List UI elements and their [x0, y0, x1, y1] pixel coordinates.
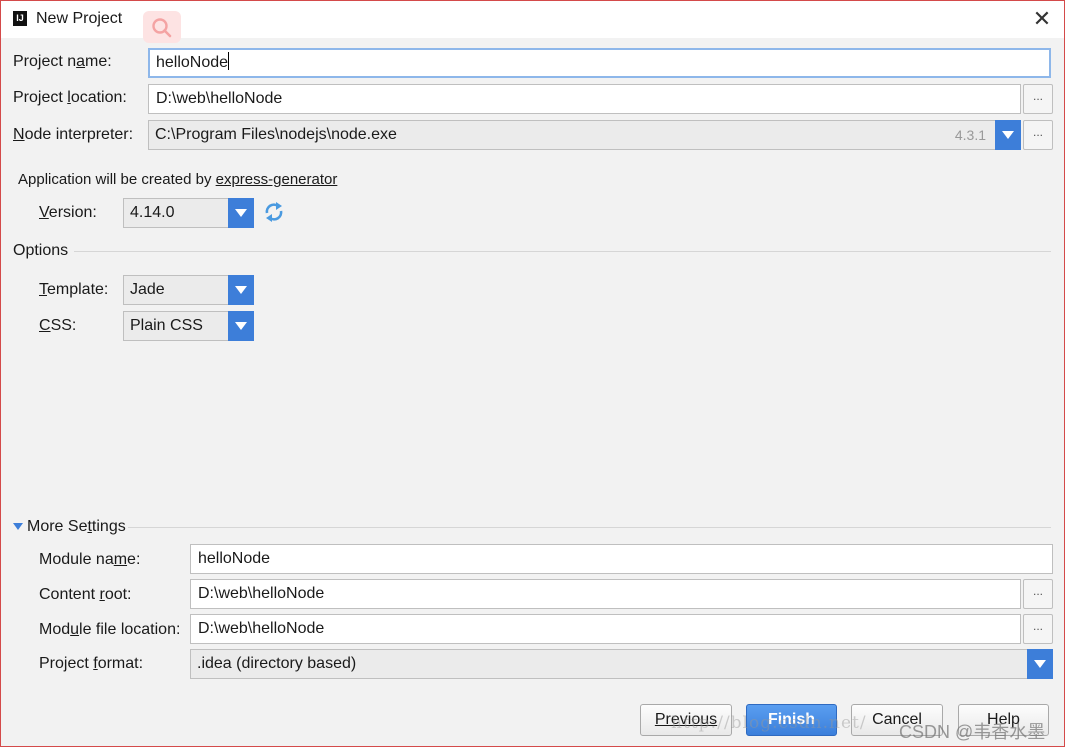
module-name-label: Module name:	[39, 551, 141, 568]
module-name-value: helloNode	[198, 550, 271, 567]
project-name-label: Project name:	[13, 53, 112, 70]
options-divider	[74, 251, 1051, 252]
window-title: New Project	[36, 10, 123, 27]
module-file-location-value: D:\web\helloNode	[198, 620, 325, 637]
version-select[interactable]: 4.14.0	[123, 198, 254, 228]
content-root-value: D:\web\helloNode	[198, 585, 325, 602]
node-interpreter-value: C:\Program Files\nodejs\node.exe	[155, 126, 397, 143]
module-file-location-label: Module file location:	[39, 621, 181, 638]
chevron-down-icon[interactable]	[1027, 649, 1053, 679]
chevron-down-icon[interactable]	[228, 275, 254, 305]
project-name-value: helloNode	[156, 54, 229, 71]
generator-text: Application will be created by express-g…	[18, 171, 337, 188]
project-location-label: Project location:	[13, 89, 127, 106]
generator-caption: Application will be created by	[18, 171, 212, 188]
version-value: 4.14.0	[130, 204, 175, 221]
project-format-label: Project format:	[39, 655, 144, 672]
project-format-value: .idea (directory based)	[197, 655, 357, 672]
version-label: Version:	[39, 204, 97, 221]
module-name-input[interactable]: helloNode	[190, 544, 1053, 574]
template-select[interactable]: Jade	[123, 275, 254, 305]
close-icon[interactable]: ✕	[1030, 7, 1054, 31]
search-icon	[143, 11, 181, 43]
project-location-value: D:\web\helloNode	[156, 90, 283, 107]
chevron-down-icon[interactable]	[995, 120, 1021, 150]
more-settings-toggle[interactable]: More Settings	[27, 518, 126, 536]
project-location-browse-button[interactable]: ...	[1023, 84, 1053, 114]
title-bar: IJ New Project ✕	[1, 1, 1064, 43]
project-name-input[interactable]: helloNode	[148, 48, 1051, 78]
refresh-icon[interactable]	[263, 201, 285, 223]
expand-triangle-icon[interactable]	[13, 523, 23, 530]
module-file-location-input[interactable]: D:\web\helloNode	[190, 614, 1021, 644]
watermark-csdn: CSDN @韦香水墨	[899, 722, 1046, 742]
project-format-select[interactable]: .idea (directory based)	[190, 649, 1053, 679]
node-version-tag: 4.3.1	[954, 127, 986, 143]
node-interpreter-browse-button[interactable]: ...	[1023, 120, 1053, 150]
intellij-icon: IJ	[13, 11, 27, 26]
node-interpreter-label: Node interpreter:	[13, 126, 134, 143]
more-settings-divider	[128, 527, 1051, 528]
options-title: Options	[13, 242, 69, 259]
chevron-down-icon[interactable]	[228, 198, 254, 228]
module-file-location-browse-button[interactable]: ...	[1023, 614, 1053, 644]
node-interpreter-select[interactable]: C:\Program Files\nodejs\node.exe 4.3.1	[148, 120, 1021, 150]
template-label: Template:	[39, 281, 109, 298]
express-generator-link[interactable]: express-generator	[216, 171, 338, 188]
template-value: Jade	[130, 281, 165, 298]
css-value: Plain CSS	[130, 317, 203, 334]
css-label: CSS:	[39, 317, 77, 334]
project-location-input[interactable]: D:\web\helloNode	[148, 84, 1021, 114]
content-root-label: Content root:	[39, 586, 132, 603]
content-root-input[interactable]: D:\web\helloNode	[190, 579, 1021, 609]
content-root-browse-button[interactable]: ...	[1023, 579, 1053, 609]
watermark-url: http://blog.csdn.net/	[671, 713, 867, 733]
css-select[interactable]: Plain CSS	[123, 311, 254, 341]
new-project-dialog: IJ New Project ✕ Project name: helloNode…	[0, 0, 1065, 747]
chevron-down-icon[interactable]	[228, 311, 254, 341]
